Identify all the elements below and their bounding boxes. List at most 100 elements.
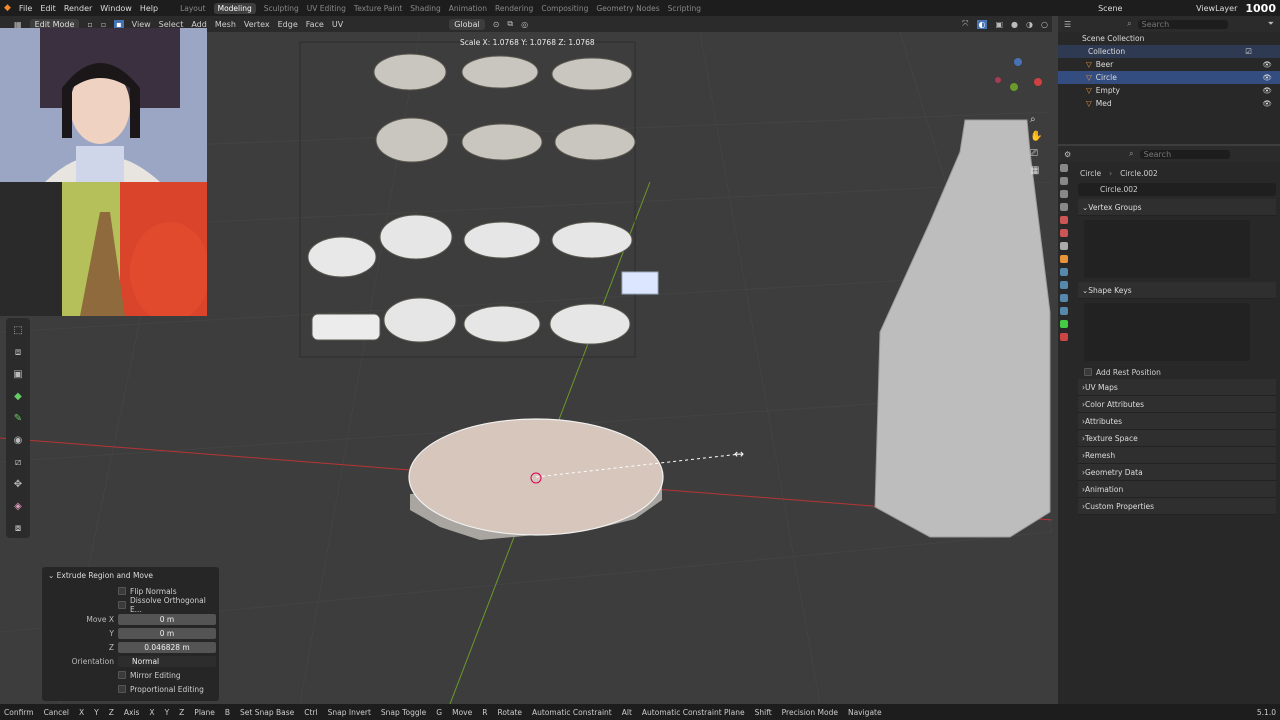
grid-view-icon[interactable]: ▦ [1030, 165, 1042, 176]
tab-shading[interactable]: Shading [410, 4, 440, 13]
bevel-tool-icon[interactable]: ◆ [10, 388, 26, 404]
collection-checkbox-icon[interactable]: ☑ [1245, 47, 1252, 56]
view-layer-selector[interactable]: ViewLayer [1196, 4, 1237, 13]
knife-tool-icon[interactable]: ◉ [10, 432, 26, 448]
tool-tab-icon[interactable] [1060, 164, 1068, 172]
solid-shading-icon[interactable]: ● [1011, 20, 1018, 29]
pan-hand-icon[interactable]: ✋ [1030, 131, 1042, 142]
proportional-editing-checkbox[interactable] [118, 685, 126, 693]
tab-geometry-nodes[interactable]: Geometry Nodes [596, 4, 659, 13]
xray-toggle-icon[interactable]: ▣ [995, 20, 1003, 29]
empty-visibility-icon[interactable]: 👁 [1262, 86, 1272, 95]
menu-vertex[interactable]: Vertex [244, 20, 270, 29]
physics-tab-icon[interactable] [1060, 294, 1068, 302]
collection-tab-icon[interactable] [1060, 242, 1068, 250]
section-custom-properties[interactable]: › Custom Properties [1078, 498, 1276, 515]
scene-selector[interactable]: Scene [1098, 4, 1188, 13]
tab-texture-paint[interactable]: Texture Paint [354, 4, 402, 13]
scene-collection-label[interactable]: Scene Collection [1082, 34, 1144, 43]
section-color-attributes[interactable]: › Color Attributes [1078, 396, 1276, 413]
view-layer-tab-icon[interactable] [1060, 203, 1068, 211]
mesh-data-tab-icon[interactable] [1060, 320, 1068, 328]
add-rest-position-checkbox[interactable] [1084, 368, 1092, 376]
object-tab-icon[interactable] [1060, 255, 1068, 263]
circle-visibility-icon[interactable]: 👁 [1262, 73, 1272, 82]
world-tab-icon[interactable] [1060, 229, 1068, 237]
filter-icon[interactable]: ⏷ [1268, 19, 1274, 29]
snap-icon[interactable]: ⧉ [507, 19, 513, 29]
properties-editor-icon[interactable]: ⚙ [1064, 150, 1071, 159]
section-attributes[interactable]: › Attributes [1078, 413, 1276, 430]
menu-help[interactable]: Help [140, 4, 158, 13]
outliner-editor-icon[interactable]: ☰ [1064, 20, 1071, 29]
mesh-datablock-field[interactable]: Circle.002 [1100, 185, 1138, 194]
move-x-field[interactable]: 0 m [118, 613, 216, 625]
tab-animation[interactable]: Animation [449, 4, 487, 13]
tab-uv-editing[interactable]: UV Editing [307, 4, 346, 13]
select-box-tool-icon[interactable]: ⬚ [10, 322, 26, 338]
zoom-icon[interactable]: ⌕ [1030, 114, 1042, 125]
move-y-field[interactable]: 0 m [118, 627, 216, 639]
pivot-icon[interactable]: ⊙ [493, 20, 500, 29]
material-tab-icon[interactable] [1060, 333, 1068, 341]
output-tab-icon[interactable] [1060, 190, 1068, 198]
menu-face[interactable]: Face [306, 20, 324, 29]
menu-mesh[interactable]: Mesh [215, 20, 236, 29]
collection-label[interactable]: Collection [1088, 47, 1125, 56]
inset-tool-icon[interactable]: ▣ [10, 366, 26, 382]
extrude-tool-icon[interactable]: ⧈ [10, 344, 26, 360]
poly-build-tool-icon[interactable]: ⧄ [10, 454, 26, 470]
proportional-edit-icon[interactable]: ◎ [521, 20, 528, 29]
beer-visibility-icon[interactable]: 👁 [1262, 60, 1272, 69]
camera-view-icon[interactable]: ⎚ [1030, 148, 1042, 159]
shear-tool-icon[interactable]: ◈ [10, 498, 26, 514]
tab-compositing[interactable]: Compositing [541, 4, 588, 13]
rip-tool-icon[interactable]: ⧇ [10, 520, 26, 536]
orientation-dropdown[interactable]: Normal [118, 655, 216, 667]
tab-sculpting[interactable]: Sculpting [264, 4, 299, 13]
section-shape-keys[interactable]: ⌄ Shape Keys [1078, 282, 1276, 299]
menu-uv[interactable]: UV [332, 20, 343, 29]
tab-layout[interactable]: Layout [180, 4, 206, 13]
properties-search-input[interactable]: Search [1139, 149, 1230, 159]
particles-tab-icon[interactable] [1060, 281, 1068, 289]
transform-tool-icon[interactable]: ✥ [10, 476, 26, 492]
operator-panel-title[interactable]: ⌄ Extrude Region and Move [42, 567, 219, 584]
loop-cut-tool-icon[interactable]: ✎ [10, 410, 26, 426]
overlay-toggle-icon[interactable]: ◐ [976, 19, 988, 29]
blender-logo-icon[interactable]: ◆ [4, 3, 11, 13]
section-uv-maps[interactable]: › UV Maps [1078, 379, 1276, 396]
menu-edit[interactable]: Edit [40, 4, 56, 13]
constraints-tab-icon[interactable] [1060, 307, 1068, 315]
section-geometry-data[interactable]: › Geometry Data [1078, 464, 1276, 481]
outliner-item-empty[interactable]: Empty [1096, 86, 1120, 95]
tab-rendering[interactable]: Rendering [495, 4, 533, 13]
med-visibility-icon[interactable]: 👁 [1262, 99, 1272, 108]
move-z-field[interactable]: 0.046828 m [118, 641, 216, 653]
operator-panel[interactable]: ⌄ Extrude Region and Move Flip Normals D… [42, 567, 219, 701]
modifier-tab-icon[interactable] [1060, 268, 1068, 276]
outliner-item-beer[interactable]: Beer [1096, 60, 1113, 69]
menu-file[interactable]: File [19, 4, 32, 13]
section-remesh[interactable]: › Remesh [1078, 447, 1276, 464]
rendered-shading-icon[interactable]: ○ [1041, 20, 1048, 29]
dissolve-checkbox[interactable] [118, 601, 126, 609]
shape-keys-list[interactable] [1084, 303, 1250, 361]
outliner-search-input[interactable]: Search [1137, 19, 1228, 29]
flip-normals-checkbox[interactable] [118, 587, 126, 595]
section-animation[interactable]: › Animation [1078, 481, 1276, 498]
transform-orientation-dropdown[interactable]: Global [449, 18, 485, 30]
section-vertex-groups[interactable]: ⌄ Vertex Groups [1078, 199, 1276, 216]
menu-render[interactable]: Render [64, 4, 92, 13]
vertex-groups-list[interactable] [1084, 220, 1250, 278]
render-tab-icon[interactable] [1060, 177, 1068, 185]
tab-modeling[interactable]: Modeling [213, 2, 256, 14]
scene-tab-icon[interactable] [1060, 216, 1068, 224]
mirror-editing-checkbox[interactable] [118, 671, 126, 679]
outliner-item-med[interactable]: Med [1096, 99, 1112, 108]
material-shading-icon[interactable]: ◑ [1026, 20, 1033, 29]
menu-window[interactable]: Window [100, 4, 132, 13]
section-texture-space[interactable]: › Texture Space [1078, 430, 1276, 447]
tab-scripting[interactable]: Scripting [668, 4, 701, 13]
outliner-item-circle[interactable]: Circle [1096, 73, 1117, 82]
